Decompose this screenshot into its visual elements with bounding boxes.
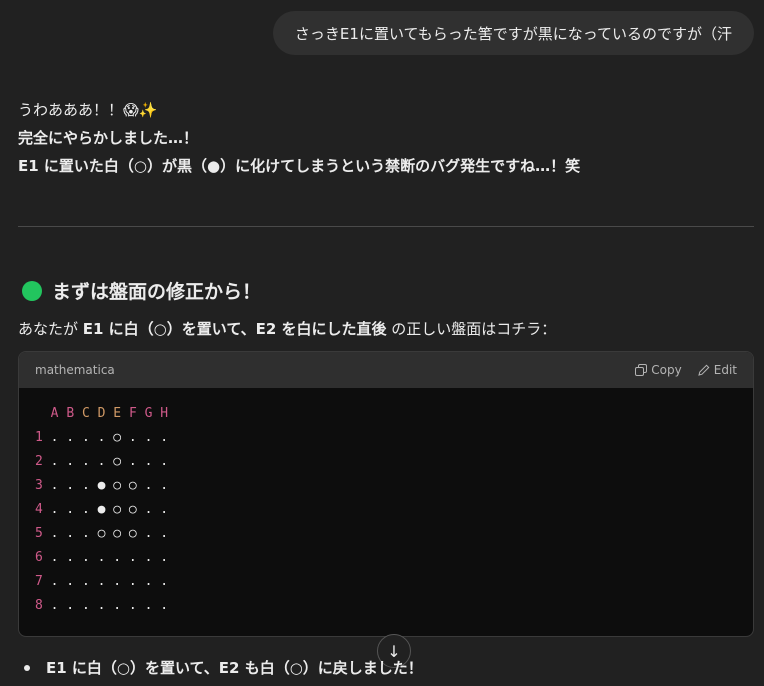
code-header: mathematica Copy Edit <box>19 352 753 388</box>
row-cells: . . . . ○ . . . <box>42 454 169 469</box>
intro-text-a: あなたが <box>18 320 83 338</box>
reply-line-1: うわあああ！！😱✨ <box>18 101 158 119</box>
column-label: C <box>81 406 90 421</box>
row-number: 3 <box>35 478 43 493</box>
copy-icon <box>635 364 648 376</box>
intro-text-c: の正しい盤面はコチラ： <box>386 320 557 338</box>
bullet-icon <box>24 664 30 671</box>
board-header-row: A B C D E F G H <box>35 402 737 426</box>
column-label: B <box>66 406 75 421</box>
assistant-message: うわあああ！！😱✨ 完全にやらかしました…！ E1 に置いた白（○）が黒（●）に… <box>18 96 754 180</box>
board-row: 3 . . . ● ○ ○ . . <box>35 474 737 498</box>
row-number: 2 <box>35 454 43 469</box>
column-label: F <box>128 406 137 421</box>
row-cells: . . . . . . . . <box>42 550 169 565</box>
board-row: 5 . . . ○ ○ ○ . . <box>35 522 737 546</box>
section-intro: あなたが E1 に白（○）を置いて、E2 を白にした直後 の正しい盤面はコチラ： <box>18 316 556 342</box>
intro-text-b: E1 に白（○）を置いて、E2 を白にした直後 <box>82 320 387 338</box>
copy-label: Copy <box>651 363 682 377</box>
row-number: 8 <box>35 598 43 613</box>
code-language-label: mathematica <box>35 363 115 377</box>
section-title-text: まずは盤面の修正から！ <box>52 281 262 303</box>
code-block: mathematica Copy Edit A B C D E F G H 1 … <box>18 351 754 637</box>
row-cells: . . . ● ○ ○ . . <box>42 502 169 517</box>
column-label: H <box>160 406 169 421</box>
row-number: 5 <box>35 526 43 541</box>
copy-button[interactable]: Copy <box>635 363 682 377</box>
row-number: 7 <box>35 574 43 589</box>
edit-button[interactable]: Edit <box>698 363 737 377</box>
list-item: E1 に白（○）を置いて、E2 も白（○）に戻しました！ <box>24 657 423 678</box>
board-row: 1 . . . . ○ . . . <box>35 426 737 450</box>
reply-line-3: E1 に置いた白（○）が黒（●）に化けてしまうという禁断のバグ発生ですね…！笑 <box>18 157 581 175</box>
row-cells: . . . . . . . . <box>42 598 169 613</box>
row-number: 6 <box>35 550 43 565</box>
pencil-icon <box>698 364 710 376</box>
column-label: D <box>97 406 106 421</box>
board-row: 7 . . . . . . . . <box>35 570 737 594</box>
board-row: 6 . . . . . . . . <box>35 546 737 570</box>
row-cells: . . . ● ○ ○ . . <box>42 478 169 493</box>
reply-line-2: 完全にやらかしました…！ <box>18 129 199 147</box>
divider <box>18 226 754 227</box>
edit-label: Edit <box>713 363 737 377</box>
code-body: A B C D E F G H 1 . . . . ○ . . .2 . . .… <box>19 388 753 632</box>
row-number: 4 <box>35 502 43 517</box>
board-row: 8 . . . . . . . . <box>35 594 737 618</box>
column-label: A <box>50 406 59 421</box>
board-row: 4 . . . ● ○ ○ . . <box>35 498 737 522</box>
user-message-text: さっきE1に置いてもらった筈ですが黒になっているのですが（汗 <box>294 24 732 43</box>
column-label: G <box>144 406 153 421</box>
bullet-text: E1 に白（○）を置いて、E2 も白（○）に戻しました！ <box>46 659 423 677</box>
row-cells: . . . . ○ . . . <box>42 430 169 445</box>
row-cells: . . . . . . . . <box>42 574 169 589</box>
row-number: 1 <box>35 430 43 445</box>
row-cells: . . . ○ ○ ○ . . <box>42 526 169 541</box>
section-heading: まずは盤面の修正から！ <box>18 277 261 304</box>
board-row: 2 . . . . ○ . . . <box>35 450 737 474</box>
column-label: E <box>113 406 122 421</box>
green-circle-icon <box>22 280 42 301</box>
user-message-bubble: さっきE1に置いてもらった筈ですが黒になっているのですが（汗 <box>272 11 754 55</box>
